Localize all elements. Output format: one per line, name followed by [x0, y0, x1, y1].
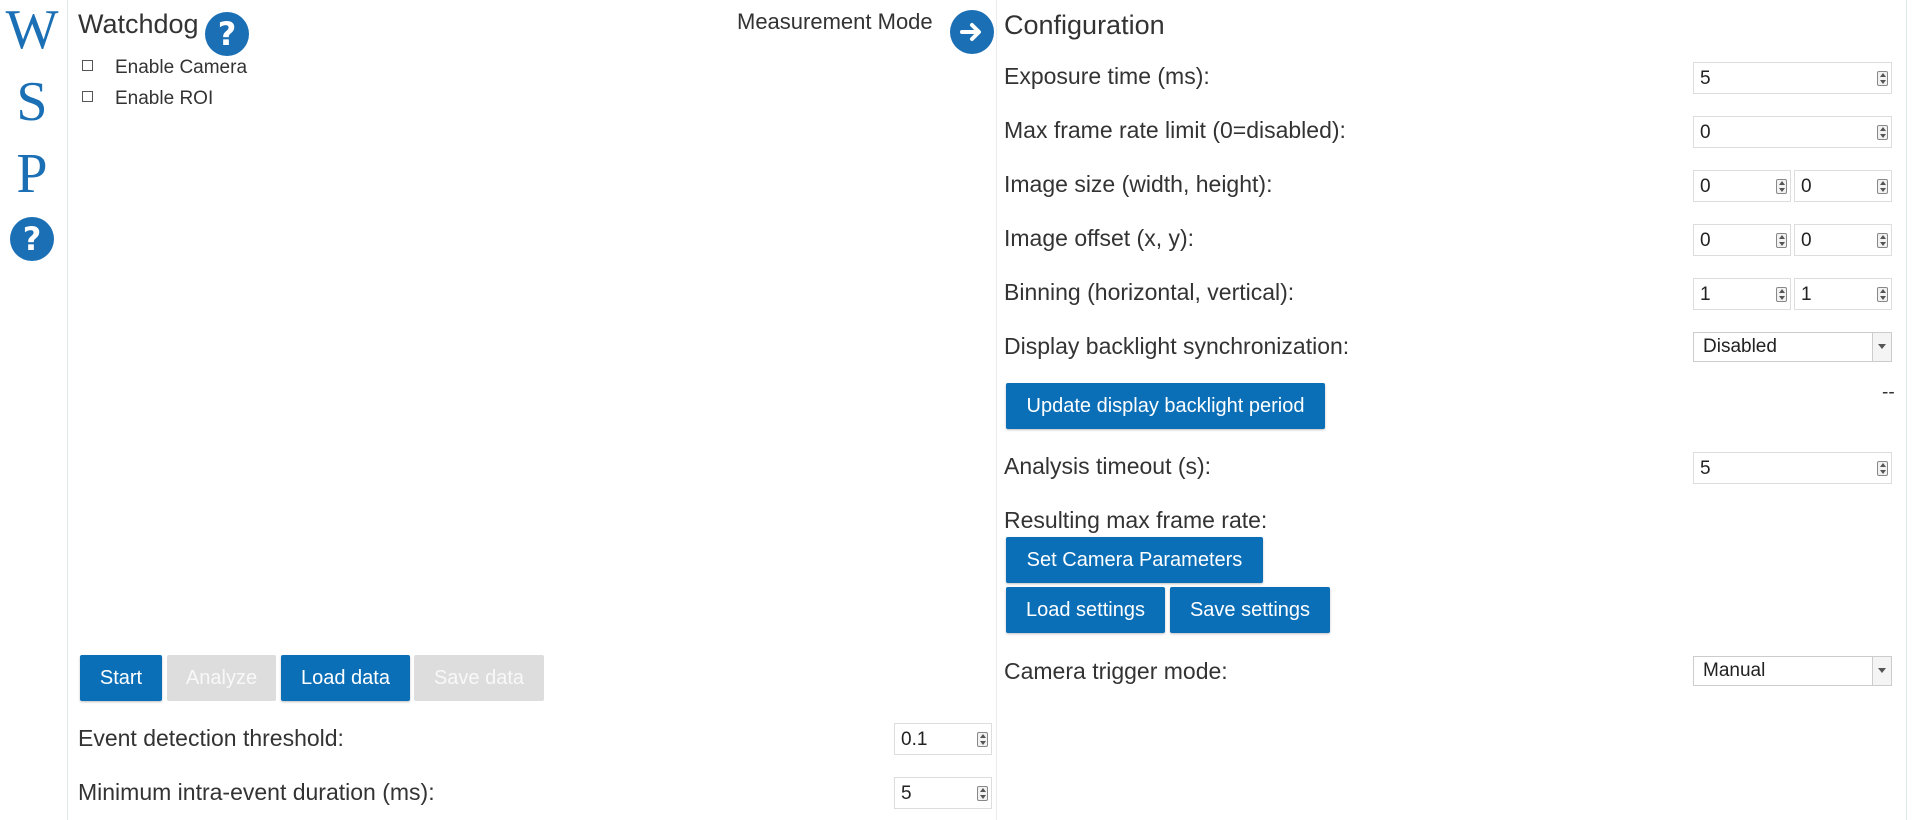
analysis-timeout-label: Analysis timeout (s):	[1004, 453, 1212, 479]
brand-letter-w: W	[5, 0, 59, 61]
enable-camera-row[interactable]: Enable Camera	[82, 56, 247, 80]
duration-label: Minimum intra-event duration (ms):	[78, 779, 435, 805]
arrow-right-circle-icon[interactable]	[950, 10, 994, 54]
start-button[interactable]: Start	[80, 655, 162, 701]
analysis-timeout-input[interactable]: 5	[1693, 452, 1892, 484]
offset-y-input[interactable]: 0	[1794, 224, 1892, 256]
image-width-stepper-icon[interactable]	[1776, 179, 1787, 194]
duration-stepper-icon[interactable]	[977, 786, 988, 801]
threshold-label: Event detection threshold:	[78, 725, 344, 751]
image-height-value: 0	[1801, 176, 1812, 197]
enable-roi-row[interactable]: Enable ROI	[82, 87, 213, 111]
trigger-mode-value: Manual	[1703, 660, 1766, 681]
offset-x-stepper-icon[interactable]	[1776, 233, 1787, 248]
duration-value: 5	[901, 783, 912, 804]
image-height-stepper-icon[interactable]	[1877, 179, 1888, 194]
save-settings-button[interactable]: Save settings	[1170, 587, 1330, 633]
app-root: W S P ? Watchdog ? Measurement Mode Enab…	[0, 0, 1915, 820]
brand-letter-s: S	[16, 71, 48, 133]
offset-x-value: 0	[1700, 230, 1711, 251]
max-frame-input[interactable]: 0	[1693, 116, 1892, 148]
image-offset-label: Image offset (x, y):	[1004, 225, 1195, 251]
analysis-timeout-stepper-icon[interactable]	[1877, 461, 1888, 476]
enable-camera-label: Enable Camera	[115, 57, 248, 78]
update-backlight-period-button[interactable]: Update display backlight period	[1006, 383, 1325, 429]
backlight-select[interactable]: Disabled	[1693, 332, 1892, 362]
binning-h-input[interactable]: 1	[1693, 278, 1791, 310]
image-width-value: 0	[1700, 176, 1711, 197]
brand-letter-p: P	[16, 143, 48, 205]
binning-h-stepper-icon[interactable]	[1776, 287, 1787, 302]
max-frame-label: Max frame rate limit (0=disabled):	[1004, 117, 1346, 143]
threshold-value: 0.1	[901, 729, 928, 750]
binning-label: Binning (horizontal, vertical):	[1004, 279, 1295, 305]
max-frame-stepper-icon[interactable]	[1877, 125, 1888, 140]
load-data-button[interactable]: Load data	[281, 655, 410, 701]
chevron-down-icon[interactable]	[1872, 333, 1891, 361]
duration-input[interactable]: 5	[894, 777, 992, 809]
enable-camera-checkbox[interactable]	[82, 59, 93, 71]
binning-h-value: 1	[1700, 284, 1711, 305]
exposure-input[interactable]: 5	[1693, 62, 1892, 94]
exposure-value: 5	[1700, 68, 1711, 89]
trigger-mode-select[interactable]: Manual	[1693, 656, 1892, 686]
configuration-title: Configuration	[1004, 10, 1165, 40]
binning-v-value: 1	[1801, 284, 1812, 305]
save-data-button[interactable]: Save data	[414, 655, 544, 701]
resulting-rate-label: Resulting max frame rate:	[1004, 507, 1268, 533]
backlight-value: Disabled	[1703, 336, 1777, 357]
brand-rail: W S P ?	[0, 0, 68, 820]
binning-v-stepper-icon[interactable]	[1877, 287, 1888, 302]
exposure-label: Exposure time (ms):	[1004, 63, 1210, 89]
offset-x-input[interactable]: 0	[1693, 224, 1791, 256]
help-icon[interactable]: ?	[10, 217, 54, 261]
image-size-label: Image size (width, height):	[1004, 171, 1273, 197]
right-edge-border	[1906, 0, 1907, 820]
load-settings-button[interactable]: Load settings	[1006, 587, 1165, 633]
analysis-timeout-value: 5	[1700, 458, 1711, 479]
max-frame-value: 0	[1700, 122, 1711, 143]
enable-roi-checkbox[interactable]	[82, 90, 93, 102]
threshold-input[interactable]: 0.1	[894, 723, 992, 755]
arrow-right-glyph	[960, 23, 981, 41]
trigger-mode-label: Camera trigger mode:	[1004, 658, 1228, 684]
image-height-input[interactable]: 0	[1794, 170, 1892, 202]
offset-y-stepper-icon[interactable]	[1877, 233, 1888, 248]
offset-y-value: 0	[1801, 230, 1812, 251]
watchdog-help-icon[interactable]: ?	[205, 12, 249, 56]
panel-divider	[996, 0, 997, 820]
image-width-input[interactable]: 0	[1693, 170, 1791, 202]
enable-roi-label: Enable ROI	[115, 88, 214, 109]
exposure-stepper-icon[interactable]	[1877, 71, 1888, 86]
analyze-button[interactable]: Analyze	[167, 655, 276, 701]
backlight-period-value: --	[1882, 382, 1895, 403]
binning-v-input[interactable]: 1	[1794, 278, 1892, 310]
chevron-down-icon[interactable]	[1872, 657, 1891, 685]
measurement-mode-label: Measurement Mode	[737, 9, 933, 34]
threshold-stepper-icon[interactable]	[977, 732, 988, 747]
backlight-label: Display backlight synchronization:	[1004, 333, 1350, 359]
set-camera-parameters-button[interactable]: Set Camera Parameters	[1006, 537, 1263, 583]
watchdog-title: Watchdog	[78, 9, 199, 39]
